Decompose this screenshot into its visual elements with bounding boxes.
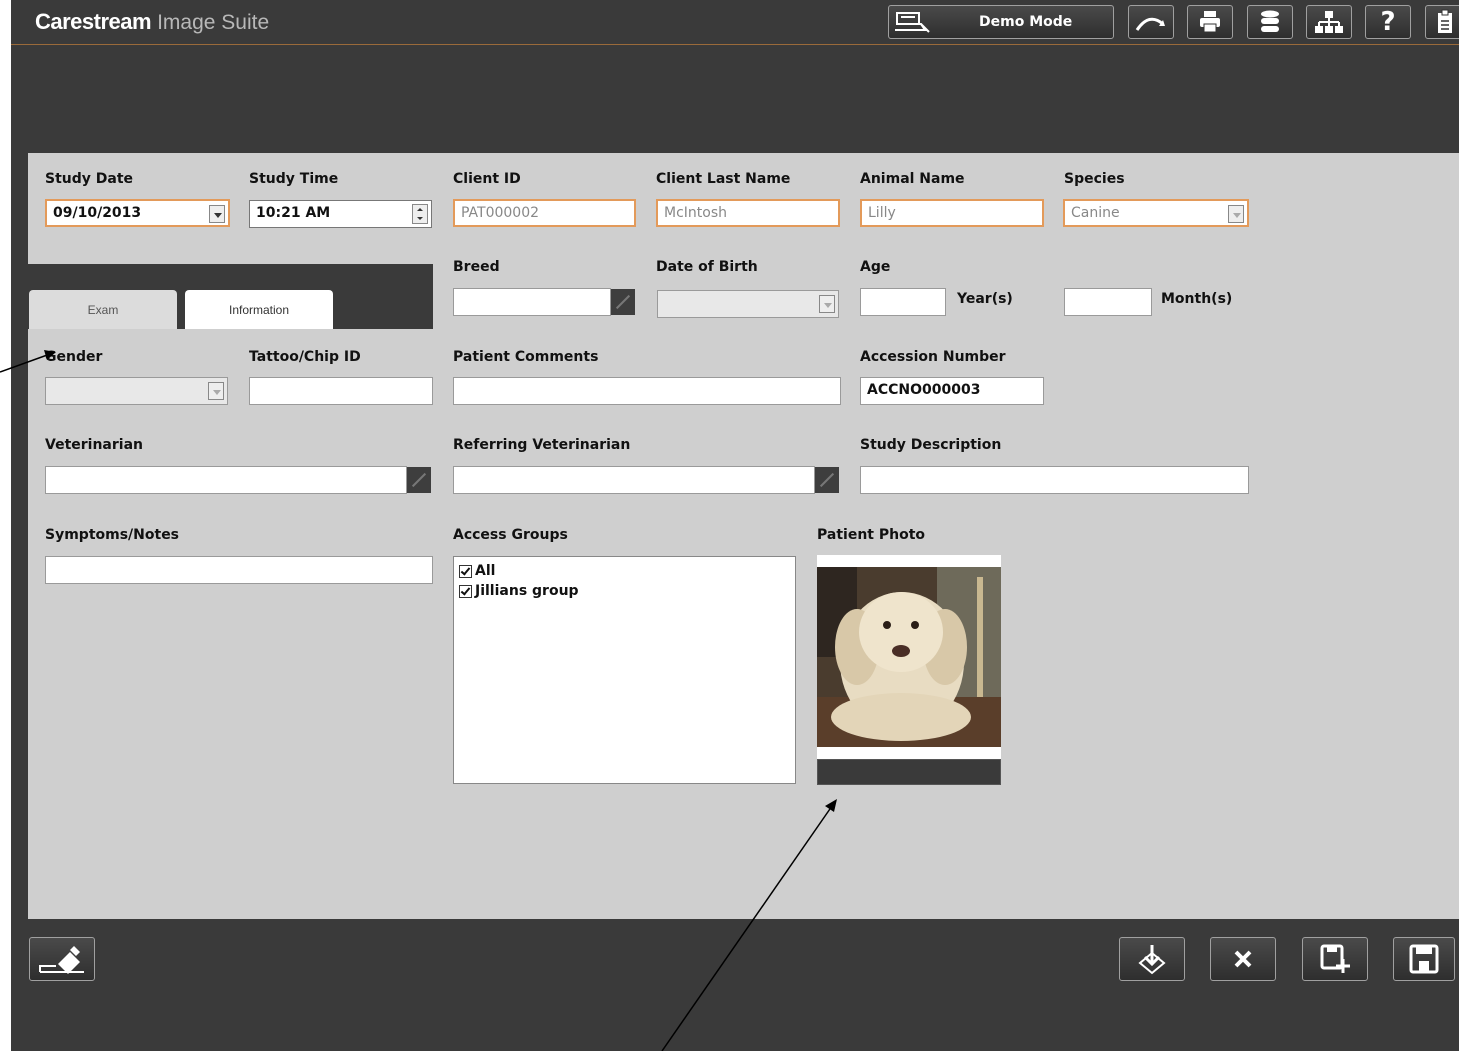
- dob-label: Date of Birth: [656, 259, 758, 275]
- checkbox-checked-icon[interactable]: [459, 564, 472, 578]
- eraser-icon: [39, 946, 84, 974]
- tab-exam[interactable]: Exam: [29, 290, 177, 329]
- study-date-value: 09/10/2013: [53, 205, 142, 221]
- breed-label: Breed: [453, 259, 500, 275]
- pencil-icon[interactable]: [407, 467, 431, 493]
- import-button[interactable]: [1119, 937, 1185, 981]
- study-desc-label: Study Description: [860, 437, 1002, 453]
- veterinarian-label: Veterinarian: [45, 437, 143, 453]
- curve-icon: [1135, 17, 1165, 31]
- help-button[interactable]: ?: [1365, 5, 1411, 39]
- gender-label: Gender: [45, 349, 103, 365]
- printer-icon: [1200, 11, 1220, 33]
- save-new-button[interactable]: [1302, 937, 1368, 981]
- patient-form-panel: Study Date 09/10/2013 Study Time 10:21 A…: [28, 153, 1459, 919]
- age-label: Age: [860, 259, 891, 275]
- database-button[interactable]: [1247, 5, 1293, 39]
- import-icon: [1138, 945, 1166, 975]
- suite-name: Image Suite: [157, 11, 270, 34]
- veterinarian-field[interactable]: [45, 466, 407, 494]
- print-button[interactable]: [1187, 5, 1233, 39]
- title-bar: Carestream Image Suite Demo Mode ?: [11, 0, 1459, 45]
- age-years-field[interactable]: [860, 288, 946, 316]
- list-item[interactable]: Jillians group: [459, 581, 790, 601]
- database-icon: [1261, 10, 1279, 32]
- curve-button[interactable]: [1128, 5, 1174, 39]
- clipboard-icon: [1438, 9, 1452, 33]
- save-add-icon: [1320, 944, 1350, 973]
- species-label: Species: [1064, 171, 1125, 187]
- save-icon: [1409, 944, 1439, 974]
- demo-mode-button[interactable]: Demo Mode: [888, 5, 1114, 39]
- time-spinner-icon[interactable]: [412, 204, 428, 224]
- access-groups-label: Access Groups: [453, 527, 568, 543]
- app-logo: Carestream Image Suite: [35, 9, 269, 35]
- study-time-label: Study Time: [249, 171, 339, 187]
- monitor-icon: [895, 10, 933, 38]
- accession-value: ACCNO000003: [867, 382, 981, 398]
- study-time-field[interactable]: 10:21 AM: [249, 200, 432, 228]
- clipboard-button[interactable]: [1425, 5, 1459, 39]
- edit-button[interactable]: [29, 937, 95, 981]
- tattoo-field[interactable]: [249, 377, 433, 405]
- app-window: CarestreamImage Suite Demo Mode ? Study: [11, 0, 1459, 1051]
- network-button[interactable]: [1306, 5, 1352, 39]
- chevron-down-icon[interactable]: [209, 205, 225, 223]
- patient-comments-label: Patient Comments: [453, 349, 599, 365]
- tab-bar: Exam Information: [28, 264, 433, 329]
- checkbox-checked-icon[interactable]: [459, 584, 472, 598]
- pencil-icon[interactable]: [815, 467, 839, 493]
- client-id-value: PAT000002: [461, 205, 540, 221]
- chevron-down-icon[interactable]: [208, 382, 224, 400]
- client-id-label: Client ID: [453, 171, 521, 187]
- animal-name-label: Animal Name: [860, 171, 965, 187]
- study-time-value: 10:21 AM: [256, 205, 331, 221]
- help-icon: ?: [1380, 7, 1396, 37]
- study-desc-field[interactable]: [860, 466, 1249, 494]
- access-groups-list[interactable]: All Jillians group: [453, 556, 796, 784]
- client-last-name-field[interactable]: McIntosh: [656, 199, 840, 227]
- network-icon: [1315, 11, 1343, 33]
- species-select[interactable]: Canine: [1063, 199, 1249, 227]
- access-group-label: All: [475, 563, 496, 579]
- patient-photo[interactable]: [817, 555, 1001, 785]
- patient-photo-label: Patient Photo: [817, 527, 926, 543]
- cancel-button[interactable]: [1210, 937, 1276, 981]
- pencil-icon[interactable]: [611, 289, 635, 315]
- close-icon: [1234, 950, 1252, 968]
- months-label: Month(s): [1161, 291, 1233, 307]
- client-id-field[interactable]: PAT000002: [453, 199, 636, 227]
- age-months-field[interactable]: [1064, 288, 1152, 316]
- save-button[interactable]: [1393, 937, 1455, 981]
- patient-comments-field[interactable]: [453, 377, 841, 405]
- access-group-label: Jillians group: [475, 583, 579, 599]
- demo-mode-label: Demo Mode: [979, 14, 1073, 30]
- years-label: Year(s): [957, 291, 1013, 307]
- dog-photo: [817, 567, 1001, 747]
- photo-toolbar[interactable]: [817, 759, 1001, 785]
- breed-field[interactable]: [453, 288, 611, 316]
- chevron-down-icon[interactable]: [1228, 205, 1244, 223]
- dob-select[interactable]: [657, 290, 839, 318]
- animal-name-field[interactable]: Lilly: [860, 199, 1044, 227]
- study-date-label: Study Date: [45, 171, 134, 187]
- animal-name-value: Lilly: [868, 205, 896, 221]
- gender-select[interactable]: [45, 377, 228, 405]
- tattoo-label: Tattoo/Chip ID: [249, 349, 361, 365]
- client-last-name-label: Client Last Name: [656, 171, 791, 187]
- brand-name: Carestream: [35, 9, 152, 34]
- chevron-down-icon[interactable]: [819, 295, 835, 313]
- symptoms-field[interactable]: [45, 556, 433, 584]
- study-date-field[interactable]: 09/10/2013: [45, 199, 230, 227]
- tab-information[interactable]: Information: [185, 290, 333, 329]
- symptoms-label: Symptoms/Notes: [45, 527, 180, 543]
- accession-label: Accession Number: [860, 349, 1006, 365]
- list-item[interactable]: All: [459, 561, 790, 581]
- accession-field[interactable]: ACCNO000003: [860, 377, 1044, 405]
- ref-vet-label: Referring Veterinarian: [453, 437, 631, 453]
- species-value: Canine: [1071, 205, 1120, 221]
- ref-vet-field[interactable]: [453, 466, 815, 494]
- client-last-name-value: McIntosh: [664, 205, 727, 221]
